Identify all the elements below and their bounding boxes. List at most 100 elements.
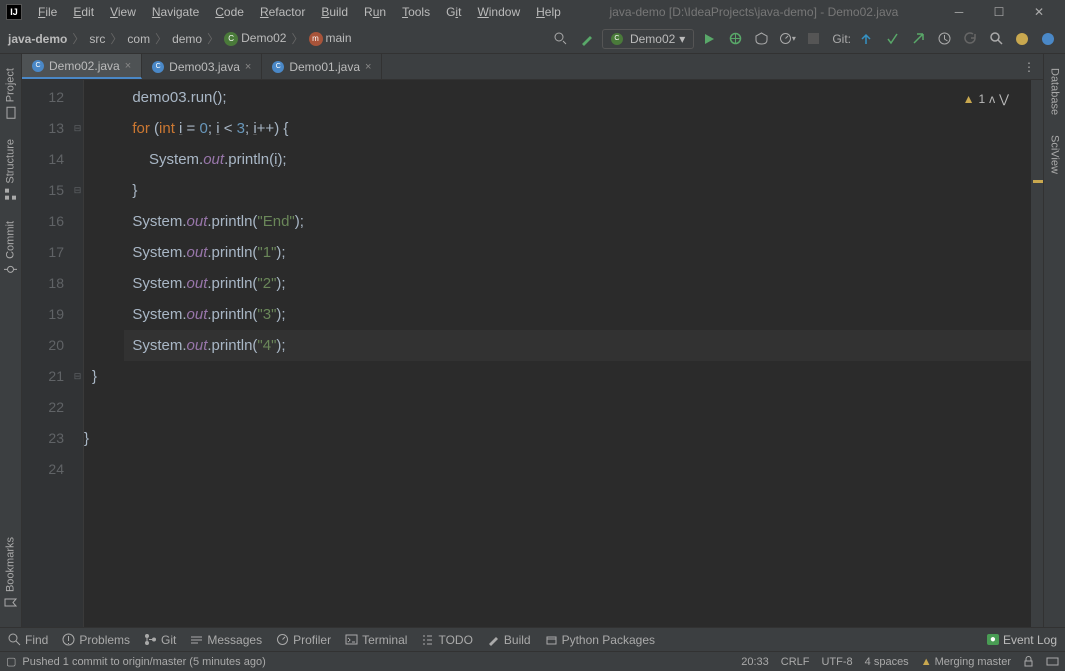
terminal-tool[interactable]: Terminal — [345, 633, 407, 647]
crumb-sep: 〉 — [69, 30, 87, 47]
menu-refactor[interactable]: Refactor — [252, 5, 313, 19]
code-line[interactable]: System.out.println("1"); — [124, 237, 1031, 268]
code-area[interactable]: demo03.run(); for (int i = 0; i < 3; i++… — [84, 80, 1031, 627]
code-line[interactable]: System.out.println("3"); — [124, 299, 1031, 330]
fold-column[interactable]: ⊟ ⊟ ⊟ — [72, 80, 84, 627]
lock-icon[interactable] — [1023, 656, 1034, 667]
code-line[interactable] — [124, 392, 1031, 423]
close-icon[interactable]: × — [125, 60, 131, 72]
code-line[interactable]: System.out.println("4"); — [124, 330, 1031, 361]
rollback-button[interactable] — [959, 28, 981, 50]
warning-icon: ▲ — [963, 84, 975, 115]
app-icon: IJ — [6, 4, 22, 20]
menu-window[interactable]: Window — [469, 5, 528, 19]
minimize-button[interactable]: ─ — [939, 2, 979, 22]
file-encoding[interactable]: UTF-8 — [821, 656, 852, 668]
project-tool-tab[interactable]: Project — [3, 58, 18, 129]
memory-indicator[interactable] — [1046, 656, 1059, 667]
tab-demo01[interactable]: C Demo01.java × — [262, 54, 382, 79]
crumb-demo[interactable]: demo — [170, 32, 204, 46]
problems-tool[interactable]: Problems — [62, 633, 130, 647]
build-hammer-icon[interactable] — [576, 28, 598, 50]
find-tool[interactable]: Find — [8, 633, 48, 647]
menu-edit[interactable]: Edit — [65, 5, 102, 19]
error-stripe[interactable] — [1031, 80, 1043, 627]
fold-end-icon[interactable]: ⊟ — [72, 175, 83, 206]
git-push-button[interactable] — [907, 28, 929, 50]
tab-demo03[interactable]: C Demo03.java × — [142, 54, 262, 79]
ide-settings-button[interactable] — [1011, 28, 1033, 50]
git-history-button[interactable] — [933, 28, 955, 50]
crumb-com[interactable]: com — [125, 32, 152, 46]
code-line[interactable]: } — [84, 423, 1031, 454]
debug-button[interactable] — [724, 28, 746, 50]
close-icon[interactable]: × — [365, 61, 371, 73]
profile-button[interactable]: ▾ — [776, 28, 798, 50]
crumb-project[interactable]: java-demo — [6, 32, 69, 46]
fold-icon[interactable]: ⊟ — [72, 113, 83, 144]
git-branch-status[interactable]: ▲Merging master — [921, 656, 1011, 668]
ide-updates-button[interactable] — [1037, 28, 1059, 50]
structure-tool-tab[interactable]: Structure — [3, 129, 18, 211]
event-log-tool[interactable]: ● Event Log — [987, 633, 1057, 647]
git-tool[interactable]: Git — [144, 633, 176, 647]
menu-git[interactable]: Git — [438, 5, 469, 19]
code-line[interactable]: System.out.println(i); — [124, 144, 1031, 175]
run-config-name: Demo02 — [630, 32, 675, 46]
tab-label: Demo02.java — [49, 59, 120, 73]
code-line[interactable] — [124, 454, 1031, 485]
stop-button[interactable] — [802, 28, 824, 50]
commit-tool-tab[interactable]: Commit — [3, 211, 18, 286]
indent-setting[interactable]: 4 spaces — [865, 656, 909, 668]
add-config-button[interactable] — [550, 28, 572, 50]
bookmarks-tool-tab[interactable]: Bookmarks — [3, 527, 18, 619]
inspection-widget[interactable]: ▲ 1 ʌ ⋁ — [963, 84, 1009, 115]
code-line[interactable]: System.out.println("2"); — [124, 268, 1031, 299]
profiler-tool[interactable]: Profiler — [276, 633, 331, 647]
build-tool[interactable]: Build — [487, 633, 531, 647]
close-icon[interactable]: × — [245, 61, 251, 73]
code-line[interactable]: for (int i = 0; i < 3; i++) { — [124, 113, 1031, 144]
menu-navigate[interactable]: Navigate — [144, 5, 207, 19]
status-bar: ▢ Pushed 1 commit to origin/master (5 mi… — [0, 651, 1065, 671]
search-everywhere-button[interactable] — [985, 28, 1007, 50]
run-config-selector[interactable]: C Demo02 ▾ — [602, 29, 694, 49]
menu-tools[interactable]: Tools — [394, 5, 438, 19]
menu-help[interactable]: Help — [528, 5, 569, 19]
warning-marker[interactable] — [1033, 180, 1043, 183]
code-line[interactable]: } — [124, 175, 1031, 206]
crumb-class[interactable]: CDemo02 — [222, 31, 288, 46]
database-tool-tab[interactable]: Database — [1048, 58, 1062, 125]
code-line[interactable]: demo03.run(); — [124, 82, 1031, 113]
coverage-button[interactable] — [750, 28, 772, 50]
menu-code[interactable]: Code — [207, 5, 252, 19]
dropdown-icon: ▾ — [679, 32, 685, 46]
python-packages-tool[interactable]: Python Packages — [545, 633, 655, 647]
line-gutter[interactable]: 121314 151617 181920 212223 24 — [22, 80, 72, 627]
sciview-tool-tab[interactable]: SciView — [1048, 125, 1062, 184]
chevron-up-icon[interactable]: ʌ — [989, 84, 995, 115]
menu-run[interactable]: Run — [356, 5, 394, 19]
menu-build[interactable]: Build — [313, 5, 356, 19]
maximize-button[interactable]: ☐ — [979, 2, 1019, 22]
git-commit-button[interactable] — [881, 28, 903, 50]
close-button[interactable]: ✕ — [1019, 2, 1059, 22]
git-update-button[interactable] — [855, 28, 877, 50]
crumb-src[interactable]: src — [87, 32, 107, 46]
line-separator[interactable]: CRLF — [781, 656, 810, 668]
crumb-method[interactable]: mmain — [307, 31, 354, 46]
code-line[interactable]: } — [84, 361, 1031, 392]
toolbar-right: C Demo02 ▾ ▾ Git: — [550, 28, 1059, 50]
tabs-more-icon[interactable]: ⋮ — [1015, 54, 1043, 79]
toolwindow-quick-icon[interactable]: ▢ — [6, 655, 16, 668]
cursor-position[interactable]: 20:33 — [741, 656, 769, 668]
chevron-down-icon[interactable]: ⋁ — [999, 84, 1009, 115]
menu-file[interactable]: File — [30, 5, 65, 19]
menu-view[interactable]: View — [102, 5, 144, 19]
run-button[interactable] — [698, 28, 720, 50]
fold-end-icon[interactable]: ⊟ — [72, 361, 83, 392]
code-line[interactable]: System.out.println("End"); — [124, 206, 1031, 237]
messages-tool[interactable]: Messages — [190, 633, 262, 647]
tab-demo02[interactable]: C Demo02.java × — [22, 54, 142, 79]
todo-tool[interactable]: TODO — [421, 633, 472, 647]
